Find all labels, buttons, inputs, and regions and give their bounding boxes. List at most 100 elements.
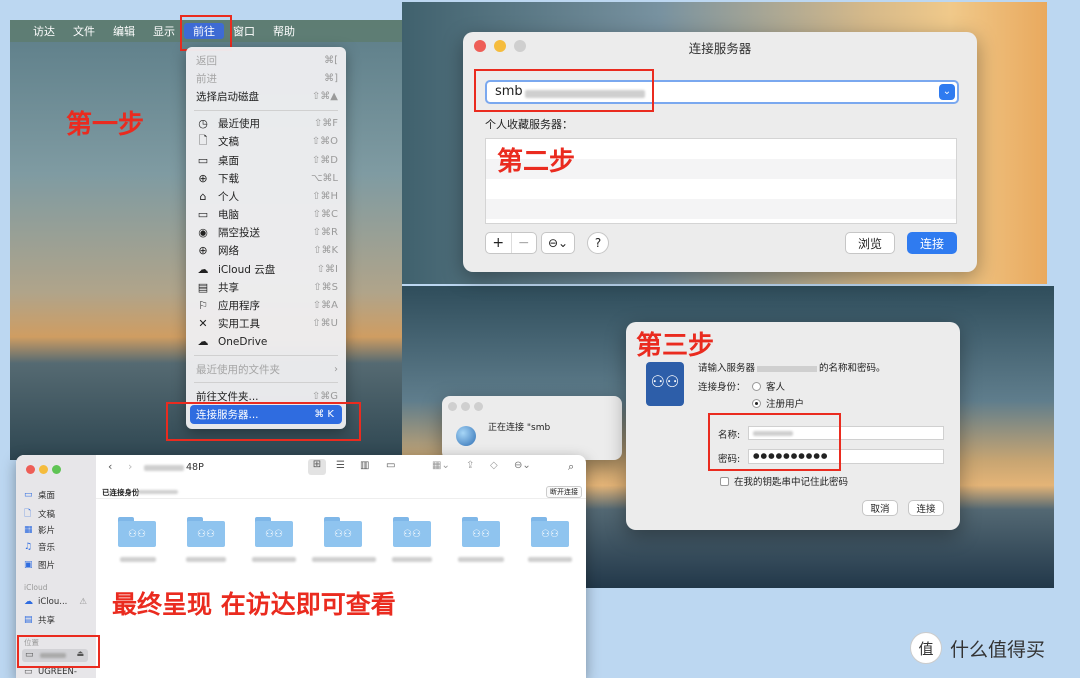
sidebar-item-movies[interactable]: ▦ 影片	[24, 524, 55, 536]
close-button[interactable]	[448, 402, 457, 411]
dialog-title: 连接服务器	[688, 41, 752, 56]
more-options-button[interactable]: ⊖⌄	[541, 232, 575, 254]
back-chevron-icon[interactable]: ‹	[108, 460, 112, 473]
photo-icon: ▣	[24, 560, 33, 570]
menu-edit[interactable]: 编辑	[104, 23, 144, 39]
group-icon[interactable]: ▦⌄	[432, 460, 450, 471]
menu-item-computer[interactable]: ▭ 电脑 ⇧⌘C	[186, 206, 346, 224]
sidebar-item-icloud[interactable]: ☁ iClou... ⚠	[24, 597, 87, 607]
cloud-icon: ☁	[24, 597, 33, 607]
menu-item-utilities[interactable]: ✕ 实用工具 ⇧⌘U	[186, 315, 346, 333]
watermark-badge-icon: 值	[910, 632, 942, 664]
airdrop-icon: ◉	[198, 226, 208, 240]
menu-item-downloads[interactable]: ⊕ 下载 ⌥⌘L	[186, 169, 346, 187]
sidebar-item-pictures[interactable]: ▣ 图片	[24, 559, 55, 571]
menu-item-documents[interactable]: 🗋 文稿 ⇧⌘O	[186, 133, 346, 151]
desktop-icon: ▭	[197, 153, 209, 167]
redacted-folder-name	[144, 465, 184, 471]
menu-item-back[interactable]: 返回 ⌘[	[186, 51, 346, 69]
zoom-button[interactable]	[52, 465, 61, 474]
menu-view[interactable]: 显示	[144, 23, 184, 39]
menu-item-airdrop[interactable]: ◉ 隔空投送 ⇧⌘R	[186, 224, 346, 242]
menu-item-network[interactable]: ⊕ 网络 ⇧⌘K	[186, 242, 346, 260]
shared-folder[interactable]: ⚇⚇	[118, 517, 156, 547]
gallery-view-icon[interactable]: ▭	[386, 460, 395, 471]
sidebar-item-ugreen[interactable]: ▭ UGREEN-	[24, 667, 77, 677]
shared-folder[interactable]: ⚇⚇	[531, 517, 569, 547]
menu-item-onedrive[interactable]: ☁ OneDrive	[186, 333, 346, 351]
user-folder-icon: ⚇⚇	[393, 521, 431, 547]
registered-user-radio[interactable]: 注册用户	[752, 396, 804, 410]
menu-separator	[194, 109, 338, 111]
menu-item-applications[interactable]: ⚐ 应用程序 ⇧⌘A	[186, 296, 346, 314]
watermark-text: 什么值得买	[950, 638, 1046, 661]
connecting-text: 正在连接 "smb	[488, 423, 551, 433]
browse-button[interactable]: 浏览	[845, 232, 895, 254]
menu-separator	[194, 355, 338, 356]
sidebar-item-music[interactable]: ♫ 音乐	[24, 541, 55, 553]
menu-file[interactable]: 文件	[64, 23, 104, 39]
guest-radio[interactable]: 客人	[752, 379, 785, 393]
menu-item-home[interactable]: ⌂ 个人 ⇧⌘H	[186, 187, 346, 205]
minimize-button[interactable]	[39, 465, 48, 474]
menu-item-recents[interactable]: ◷ 最近使用 ⇧⌘F	[186, 115, 346, 133]
action-icon[interactable]: ⊖⌄	[514, 460, 531, 471]
list-view-icon[interactable]: ☰	[336, 460, 345, 471]
menu-separator	[194, 382, 338, 384]
minus-button[interactable]: −	[510, 233, 537, 253]
sidebar-item-documents[interactable]: 🗋 文稿	[24, 506, 55, 522]
add-remove-control: + −	[485, 232, 537, 254]
menu-item-startup-disk[interactable]: 选择启动磁盘 ⇧⌘▲	[186, 87, 346, 105]
close-button[interactable]	[26, 465, 35, 474]
help-button[interactable]: ?	[587, 232, 609, 254]
auth-prompt: 请输入服务器 的名称和密码。	[698, 363, 886, 374]
redacted-folder-label	[312, 557, 376, 562]
auth-connect-button[interactable]: 连接	[908, 500, 944, 516]
shared-folder[interactable]: ⚇⚇	[324, 517, 362, 547]
tag-icon[interactable]: ◇	[490, 460, 498, 471]
icon-view-icon[interactable]: ⊞	[308, 459, 326, 475]
minimize-button[interactable]	[461, 402, 470, 411]
redacted-folder-label	[458, 557, 504, 562]
highlight-connect-server	[166, 402, 361, 441]
column-view-icon[interactable]: ▥	[360, 460, 369, 471]
go-dropdown-menu: 返回 ⌘[ 前进 ⌘] 选择启动磁盘 ⇧⌘▲ ◷ 最近使用 ⇧⌘F 🗋 文稿 ⇧⌘O ▭ 桌面 ⇧…	[186, 47, 346, 429]
zoom-button[interactable]	[474, 402, 483, 411]
menu-item-icloud[interactable]: ☁ iCloud 云盘 ⇧⌘I	[186, 260, 346, 278]
shared-folder[interactable]: ⚇⚇	[462, 517, 500, 547]
shared-folder[interactable]: ⚇⚇	[393, 517, 431, 547]
applications-icon: ⚐	[198, 299, 208, 313]
sidebar-item-desktop[interactable]: ▭ 桌面	[24, 489, 55, 501]
cloud-icon: ☁	[197, 262, 209, 276]
menu-item-shared[interactable]: ▤ 共享 ⇧⌘S	[186, 278, 346, 296]
connect-button[interactable]: 连接	[907, 232, 957, 254]
dropdown-chevron-icon[interactable]: ⌄	[939, 84, 955, 100]
remember-password-checkbox[interactable]: 在我的钥匙串中记住此密码	[720, 474, 848, 488]
shared-folder[interactable]: ⚇⚇	[187, 517, 225, 547]
menu-item-recent-folders[interactable]: 最近使用的文件夹 ›	[186, 360, 346, 378]
home-icon: ⌂	[199, 189, 207, 203]
forward-chevron-icon[interactable]: ›	[128, 460, 132, 473]
document-icon: 🗋	[198, 134, 208, 148]
highlight-address-field	[474, 69, 654, 112]
document-icon: 🗋	[24, 509, 32, 519]
menu-item-desktop[interactable]: ▭ 桌面 ⇧⌘D	[186, 151, 346, 169]
connect-as-label: 连接身份：	[698, 382, 746, 393]
share-icon[interactable]: ⇪	[466, 460, 474, 471]
sidebar-item-shared[interactable]: ▤ 共享	[24, 614, 55, 626]
download-icon: ⊕	[198, 171, 208, 185]
menu-help[interactable]: 帮助	[264, 23, 304, 39]
menu-finder[interactable]: 访达	[24, 23, 64, 39]
plus-button[interactable]: +	[486, 233, 511, 253]
highlight-go-menu	[180, 15, 232, 51]
list-row	[486, 199, 956, 219]
shared-folder-icon: ▤	[197, 280, 209, 294]
watermark: 值 什么值得买	[910, 632, 1045, 664]
disconnect-button[interactable]: 断开连接	[546, 486, 582, 498]
cancel-button[interactable]: 取消	[862, 500, 898, 516]
search-icon[interactable]: ⌕	[568, 460, 574, 474]
user-folder-icon: ⚇⚇	[324, 521, 362, 547]
shared-folder[interactable]: ⚇⚇	[255, 517, 293, 547]
menu-item-forward[interactable]: 前进 ⌘]	[186, 69, 346, 87]
redacted-folder-label	[120, 557, 156, 562]
